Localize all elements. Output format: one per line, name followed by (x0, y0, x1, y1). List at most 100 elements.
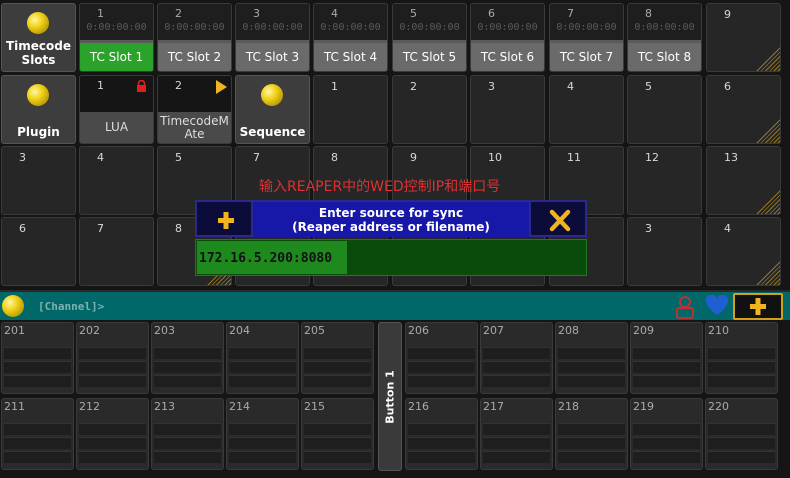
cell-number: 2 (410, 80, 417, 93)
sync-source-dialog: Enter source for sync (Reaper address or… (195, 200, 587, 278)
cell-number: 7 (253, 151, 260, 164)
sequence-cell[interactable]: 1 (313, 75, 388, 144)
add-button[interactable] (195, 200, 253, 237)
sequence-cell[interactable]: 4 (549, 75, 624, 144)
executor-number: 207 (483, 324, 504, 337)
executor[interactable]: 213 (151, 398, 224, 470)
executor[interactable]: 201 (1, 322, 74, 394)
executor[interactable]: 206 (405, 322, 478, 394)
lock-icon (137, 80, 146, 92)
slot-time: 0:00:00:00 (164, 22, 225, 33)
executor[interactable]: 209 (630, 322, 703, 394)
cell-number: 8 (175, 222, 182, 235)
tc-slot-2[interactable]: 2 0:00:00:00 TC Slot 2 (157, 3, 232, 72)
executor-number: 214 (229, 400, 250, 413)
plugin-label: TimecodeM Ate (158, 112, 231, 143)
cell-number: 13 (724, 151, 738, 164)
tc-slot-1[interactable]: 1 0:00:00:00 TC Slot 1 (79, 3, 154, 72)
plugin-lua[interactable]: 1 LUA (79, 75, 154, 144)
executor[interactable]: 220 (705, 398, 778, 470)
grid-cell[interactable]: 7 (79, 217, 154, 286)
cell-number: 1 (331, 80, 338, 93)
executor[interactable]: 207 (480, 322, 553, 394)
cell-number: 3 (253, 7, 260, 20)
plugin-pool-button[interactable]: Plugin (1, 75, 76, 144)
grid-cell[interactable]: 13 (706, 146, 781, 215)
tc-slot-9[interactable]: 9 (706, 3, 781, 72)
slot-label: TC Slot 4 (314, 43, 387, 71)
executor-number: 212 (79, 400, 100, 413)
executor[interactable]: 218 (555, 398, 628, 470)
executor[interactable]: 204 (226, 322, 299, 394)
cell-number: 4 (724, 222, 731, 235)
plugin-label: LUA (80, 112, 153, 143)
cell-number: 5 (175, 151, 182, 164)
grid-cell[interactable]: 4 (706, 217, 781, 286)
grid-cell[interactable]: 12 (627, 146, 702, 215)
executor[interactable]: 219 (630, 398, 703, 470)
cell-number: 6 (19, 222, 26, 235)
close-icon (549, 209, 571, 232)
pool-ball-icon (27, 84, 49, 106)
executor[interactable]: 214 (226, 398, 299, 470)
pool-ball-icon (261, 84, 283, 106)
grandma-window: Timecode Slots 1 0:00:00:00 TC Slot 1 2 … (0, 0, 790, 478)
tc-slot-3[interactable]: 3 0:00:00:00 TC Slot 3 (235, 3, 310, 72)
user-icon[interactable] (674, 295, 696, 319)
grid-cell[interactable]: 6 (1, 217, 76, 286)
tc-slot-5[interactable]: 5 0:00:00:00 TC Slot 5 (392, 3, 467, 72)
grid-cell[interactable]: 3 (1, 146, 76, 215)
sequence-cell[interactable]: 2 (392, 75, 467, 144)
timecode-slots-pool-button[interactable]: Timecode Slots (1, 3, 76, 72)
tc-slot-6[interactable]: 6 0:00:00:00 TC Slot 6 (470, 3, 545, 72)
executor[interactable]: 215 (301, 398, 374, 470)
executor[interactable]: 211 (1, 398, 74, 470)
executor-number: 205 (304, 324, 325, 337)
cell-number: 1 (97, 79, 104, 92)
sequence-cell[interactable]: 5 (627, 75, 702, 144)
executor[interactable]: 208 (555, 322, 628, 394)
grid-cell[interactable]: 4 (79, 146, 154, 215)
slot-time: 0:00:00:00 (399, 22, 460, 33)
tc-slot-4[interactable]: 4 0:00:00:00 TC Slot 4 (313, 3, 388, 72)
close-button[interactable] (529, 200, 587, 237)
heart-icon[interactable] (705, 295, 729, 317)
source-input-value: 172.16.5.200:8080 (199, 251, 333, 266)
executor[interactable]: 216 (405, 398, 478, 470)
slot-label: TC Slot 6 (471, 43, 544, 71)
sequence-pool-button[interactable]: Sequence (235, 75, 310, 144)
executor-number: 204 (229, 324, 250, 337)
slot-label: TC Slot 8 (628, 43, 701, 71)
tc-slot-7[interactable]: 7 0:00:00:00 TC Slot 7 (549, 3, 624, 72)
cell-number: 7 (567, 7, 574, 20)
slot-time: 0:00:00:00 (86, 22, 147, 33)
executor[interactable]: 202 (76, 322, 149, 394)
executor[interactable]: 203 (151, 322, 224, 394)
cell-number: 4 (331, 7, 338, 20)
sequence-cell[interactable]: 3 (470, 75, 545, 144)
source-input[interactable]: 172.16.5.200:8080 (195, 239, 587, 276)
executor[interactable]: 210 (705, 322, 778, 394)
executor[interactable]: 217 (480, 398, 553, 470)
sequence-cell[interactable]: 6 (706, 75, 781, 144)
button-1[interactable]: Button 1 (378, 322, 402, 471)
cell-number: 6 (724, 80, 731, 93)
pool-ball-icon (27, 12, 49, 34)
executor-number: 203 (154, 324, 175, 337)
plugin-timecodemate[interactable]: 2 TimecodeM Ate (157, 75, 232, 144)
slot-label: TC Slot 1 (80, 43, 153, 71)
cell-number: 5 (410, 7, 417, 20)
cell-number: 8 (331, 151, 338, 164)
plus-icon (218, 212, 234, 229)
tc-slot-8[interactable]: 8 0:00:00:00 TC Slot 8 (627, 3, 702, 72)
executor[interactable]: 212 (76, 398, 149, 470)
executor[interactable]: 205 (301, 322, 374, 394)
command-plus-button[interactable] (733, 293, 783, 320)
executor-number: 209 (633, 324, 654, 337)
command-input[interactable]: [Channel]> (38, 300, 104, 313)
grid-cell[interactable]: 3 (627, 217, 702, 286)
slot-label: TC Slot 7 (550, 43, 623, 71)
play-icon (216, 80, 227, 94)
executor-number: 210 (708, 324, 729, 337)
dialog-title-line1: Enter source for sync (318, 206, 464, 220)
